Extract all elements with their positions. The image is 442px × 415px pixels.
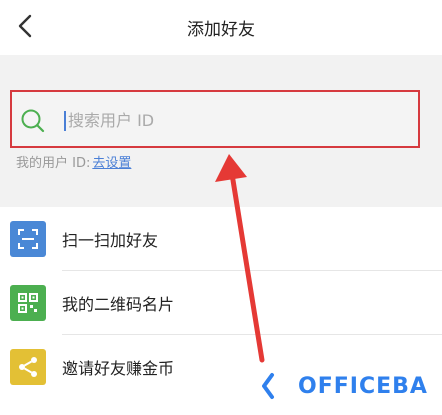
qr-code-icon xyxy=(10,284,46,321)
my-user-id-row: 我的用户 ID: 去设置 xyxy=(16,150,131,172)
scan-icon xyxy=(10,220,46,257)
list-item-label: 我的二维码名片 xyxy=(62,294,175,314)
share-icon xyxy=(10,348,46,385)
list-item-qr-card[interactable]: 我的二维码名片 xyxy=(0,271,442,334)
watermark: OFFICEBA xyxy=(258,368,428,404)
search-icon xyxy=(21,109,45,133)
set-id-link[interactable]: 去设置 xyxy=(92,152,131,171)
text-caret xyxy=(64,111,66,131)
page-title: 添加好友 xyxy=(187,20,255,40)
search-box[interactable] xyxy=(10,90,420,148)
app-header: 添加好友 xyxy=(0,0,442,55)
watermark-text: OFFICEBA xyxy=(298,373,428,399)
list-item-scan[interactable]: 扫一扫加好友 xyxy=(0,207,442,270)
officeba-logo-icon xyxy=(262,373,282,399)
search-input[interactable] xyxy=(68,106,398,134)
list-item-label: 扫一扫加好友 xyxy=(62,230,159,250)
list-item-label: 邀请好友赚金币 xyxy=(62,358,175,378)
my-user-id-label: 我的用户 ID: xyxy=(16,155,91,171)
